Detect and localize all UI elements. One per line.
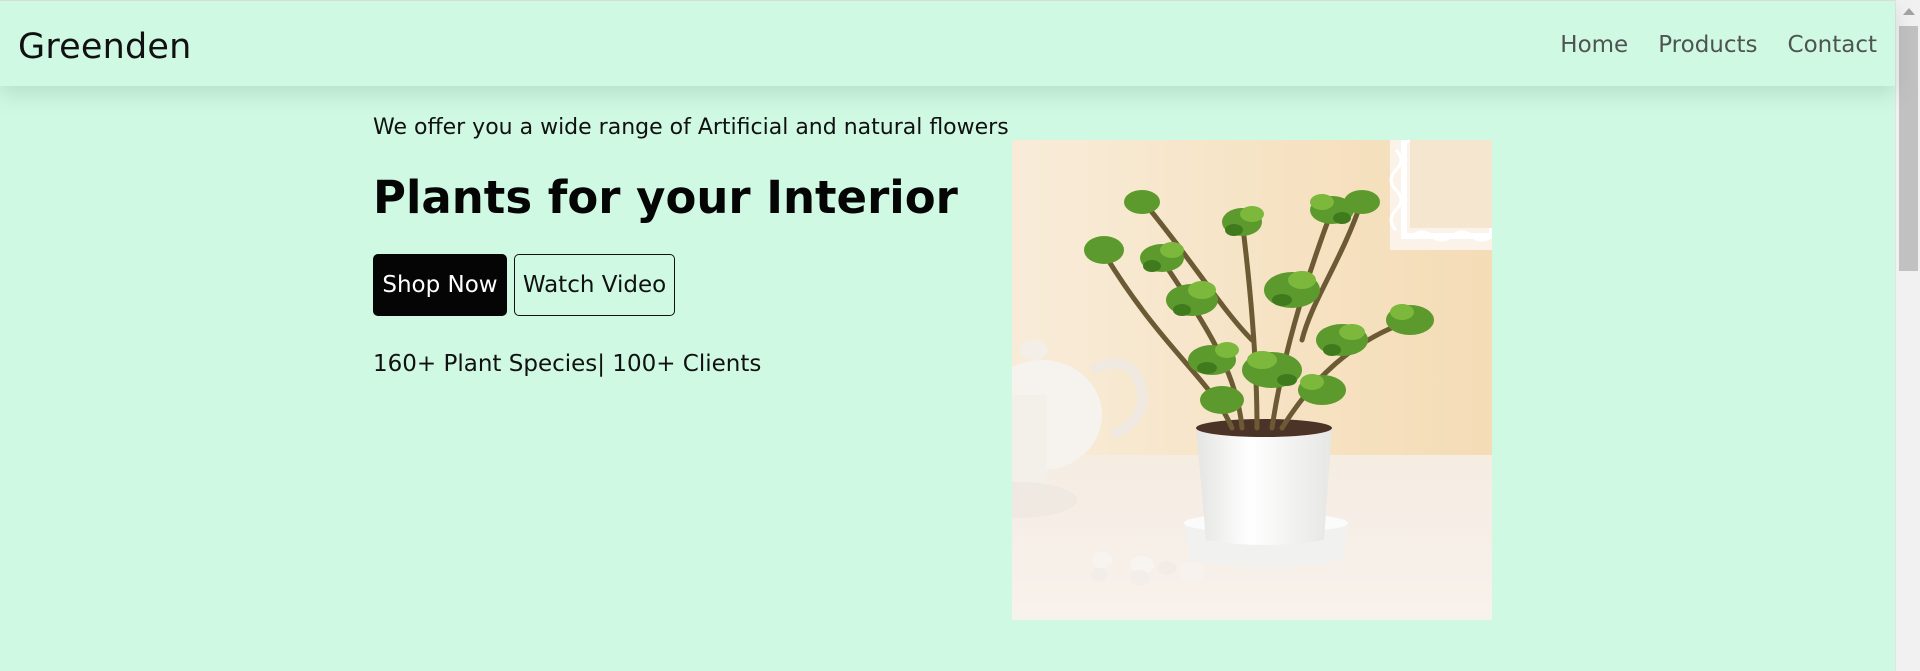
watch-video-button[interactable]: Watch Video: [514, 254, 675, 316]
shop-now-button[interactable]: Shop Now: [373, 254, 507, 316]
potted-plant-illustration: [1012, 140, 1492, 620]
scrollbar-thumb[interactable]: [1899, 26, 1918, 271]
nav-link-home[interactable]: Home: [1560, 32, 1628, 58]
vertical-scrollbar[interactable]: [1895, 0, 1920, 671]
hero-headline: Plants for your Interior: [373, 171, 958, 224]
scroll-up-arrow-icon[interactable]: [1903, 8, 1915, 15]
nav-link-products[interactable]: Products: [1658, 32, 1757, 58]
nav-links: Home Products Contact: [1530, 32, 1877, 58]
hero-plant-image: [1012, 140, 1492, 620]
navbar: Greenden Home Products Contact: [0, 0, 1895, 86]
hero-stats: 160+ Plant Species| 100+ Clients: [373, 351, 762, 377]
landing-page: Greenden Home Products Contact We offer …: [0, 0, 1895, 671]
brand-logo[interactable]: Greenden: [18, 27, 192, 67]
hero-tagline: We offer you a wide range of Artificial …: [373, 115, 1009, 140]
browser-viewport: Greenden Home Products Contact We offer …: [0, 0, 1920, 671]
nav-link-contact[interactable]: Contact: [1788, 32, 1877, 58]
